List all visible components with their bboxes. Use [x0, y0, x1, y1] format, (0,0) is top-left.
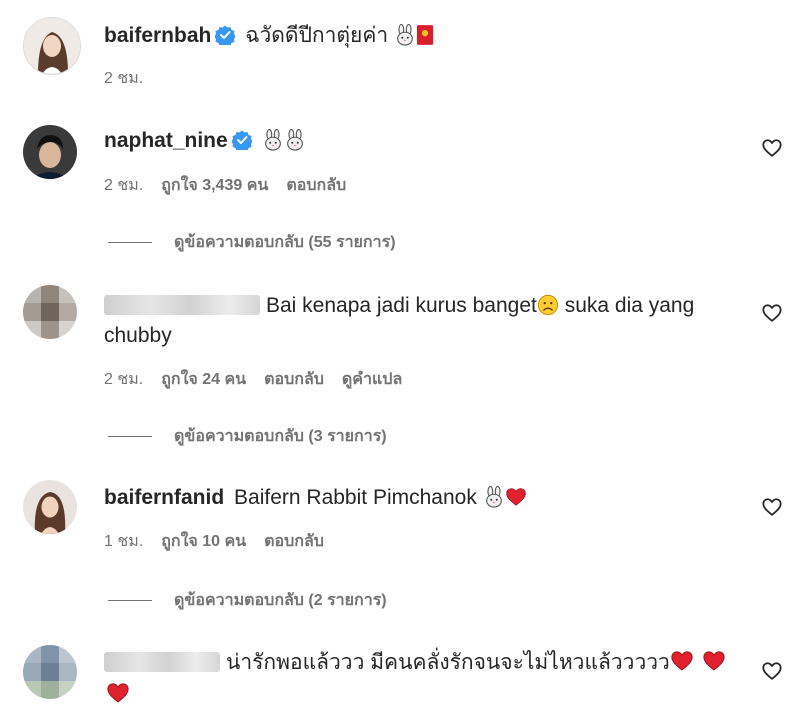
comment-1-username[interactable]: naphat_nine: [104, 129, 228, 152]
comment-1-view-replies[interactable]: ดูข้อความตอบกลับ (55 รายการ): [108, 230, 396, 255]
verified-badge-icon: [215, 24, 235, 54]
comment-3-like-heart-icon[interactable]: [761, 496, 783, 518]
verified-badge-icon: [232, 129, 252, 159]
comment-3-line: baifernfanid Baifern Rabbit Pimchanok: [104, 483, 527, 517]
red-heart-emoji-icon: [702, 649, 726, 682]
comment-1-like-heart-icon[interactable]: [761, 137, 783, 159]
post-meta: 2 ชม.: [104, 66, 161, 91]
comment-1-reply-button[interactable]: ตอบกลับ: [286, 177, 346, 194]
comment-1-line: naphat_nine: [104, 126, 306, 160]
comment-4-username-blurred[interactable]: [104, 652, 220, 672]
avatar-blurred-user-1[interactable]: [23, 285, 77, 339]
comment-3-username[interactable]: baifernfanid: [104, 486, 224, 509]
comment-2-translate-button[interactable]: ดูคำแปล: [342, 371, 402, 388]
comment-3-likes[interactable]: ถูกใจ 10 คน: [161, 533, 246, 550]
comment-3-view-replies[interactable]: ดูข้อความตอบกลับ (2 รายการ): [108, 588, 387, 613]
comment-2-meta: 2 ชม. ถูกใจ 24 คน ตอบกลับ ดูคำแปล: [104, 367, 420, 392]
avatar-baifernbah[interactable]: [23, 17, 81, 75]
comment-3-time[interactable]: 1 ชม.: [104, 533, 143, 550]
comment-1-view-replies-label[interactable]: ดูข้อความตอบกลับ (55 รายการ): [174, 234, 396, 251]
comment-1-meta: 2 ชม. ถูกใจ 3,439 คน ตอบกลับ: [104, 173, 364, 198]
post-username[interactable]: baifernbah: [104, 24, 211, 47]
comment-1-likes[interactable]: ถูกใจ 3,439 คน: [161, 177, 268, 194]
post-time[interactable]: 2 ชม.: [104, 70, 143, 87]
replies-divider-line: [108, 436, 152, 438]
comment-2-username-blurred[interactable]: [104, 295, 260, 315]
avatar-baifernfanid[interactable]: [23, 480, 77, 534]
red-heart-emoji-icon: [505, 486, 527, 517]
comment-2-view-replies-label[interactable]: ดูข้อความตอบกลับ (3 รายการ): [174, 428, 387, 445]
comment-3-text: Baifern Rabbit Pimchanok: [234, 486, 477, 509]
comment-2-like-heart-icon[interactable]: [761, 302, 783, 324]
replies-divider-line: [108, 600, 152, 602]
comment-3-view-replies-label[interactable]: ดูข้อความตอบกลับ (2 รายการ): [174, 592, 387, 609]
comment-2-text: Bai kenapa jadi kurus banget: [266, 294, 537, 317]
comment-2-time[interactable]: 2 ชม.: [104, 371, 143, 388]
comment-3-meta: 1 ชม. ถูกใจ 10 คน ตอบกลับ: [104, 529, 342, 554]
red-envelope-icon: [416, 24, 434, 55]
sad-face-emoji-icon: [537, 294, 559, 325]
comment-3-reply-button[interactable]: ตอบกลับ: [264, 533, 324, 550]
comment-1-time[interactable]: 2 ชม.: [104, 177, 143, 194]
comment-2-reply-button[interactable]: ตอบกลับ: [264, 371, 324, 388]
rabbit-emoji-icon: [394, 24, 416, 55]
comment-2-line: Bai kenapa jadi kurus banget suka dia ya…: [104, 291, 694, 325]
comment-2-text-line2: chubby: [104, 324, 172, 347]
avatar-naphat-nine[interactable]: [23, 125, 77, 179]
post-caption-line: baifernbah ฉวัดดีปีกาตุ่ยค่า: [104, 21, 434, 55]
comment-2-text-continued: suka dia yang: [564, 294, 695, 317]
red-heart-emoji-icon: [670, 649, 694, 682]
comment-4-like-heart-icon[interactable]: [761, 660, 783, 682]
comment-4-line: น่ารักพอแล้ววว มีคนคลั่งรักจนจะไม่ไหวแล้…: [104, 648, 726, 682]
rabbit-emoji-icon: [284, 129, 306, 160]
comment-4-text: น่ารักพอแล้ววว มีคนคลั่งรักจนจะไม่ไหวแล้…: [226, 651, 670, 674]
rabbit-emoji-icon: [262, 129, 284, 160]
red-heart-emoji-icon: [106, 681, 130, 710]
comment-2-likes[interactable]: ถูกใจ 24 คน: [161, 371, 246, 388]
replies-divider-line: [108, 242, 152, 244]
avatar-blurred-user-2[interactable]: [23, 645, 77, 699]
comment-2-view-replies[interactable]: ดูข้อความตอบกลับ (3 รายการ): [108, 424, 387, 449]
post-caption: ฉวัดดีปีกาตุ่ยค่า: [245, 24, 389, 47]
rabbit-emoji-icon: [483, 486, 505, 517]
